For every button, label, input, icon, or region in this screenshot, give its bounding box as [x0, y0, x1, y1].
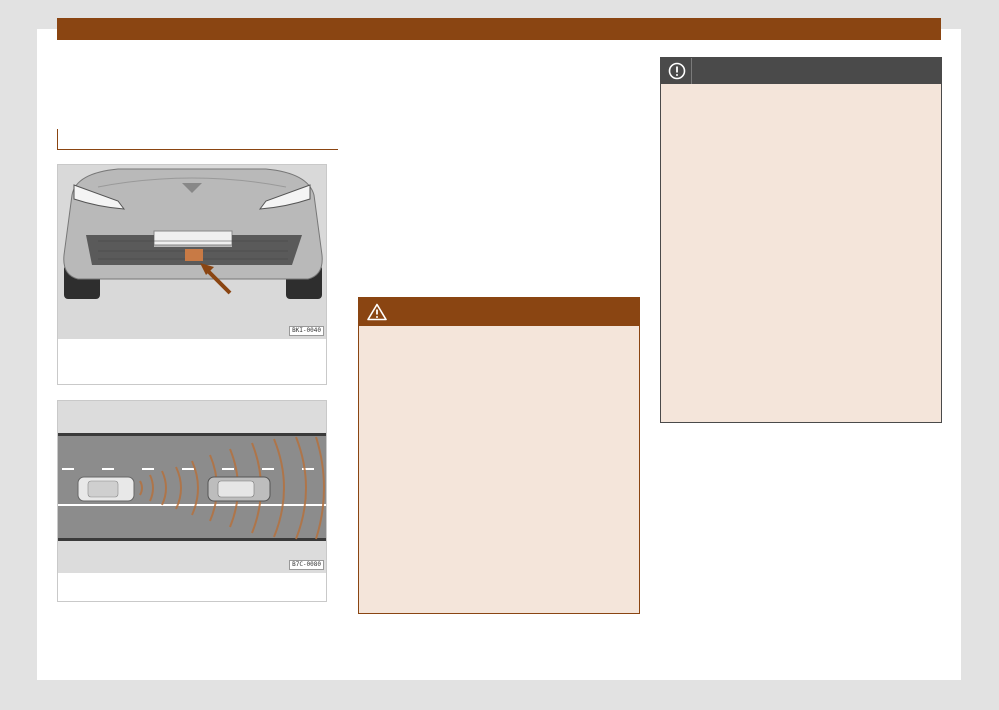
figure-caption	[58, 339, 326, 384]
figure-radar-sensor: BKI-0040	[57, 164, 327, 385]
figure-image-road: B7C-0080	[58, 401, 326, 573]
road-radar-illustration	[58, 401, 326, 573]
section-heading-rule	[57, 129, 338, 150]
figure-caption	[58, 573, 326, 601]
chapter-header-bar	[57, 18, 941, 40]
notice-callout	[660, 57, 942, 423]
figure-code: B7C-0080	[289, 560, 324, 570]
warning-callout	[358, 297, 640, 614]
figure-radar-detection: B7C-0080	[57, 400, 327, 602]
notice-header	[661, 58, 941, 84]
figure-code: BKI-0040	[289, 326, 324, 336]
notice-icon-cell	[661, 58, 692, 84]
exclamation-circle-icon	[668, 62, 686, 80]
figure-image-car-front: BKI-0040	[58, 165, 326, 339]
warning-header	[359, 298, 639, 326]
car-front-illustration	[58, 165, 326, 339]
warning-triangle-icon	[367, 303, 387, 321]
